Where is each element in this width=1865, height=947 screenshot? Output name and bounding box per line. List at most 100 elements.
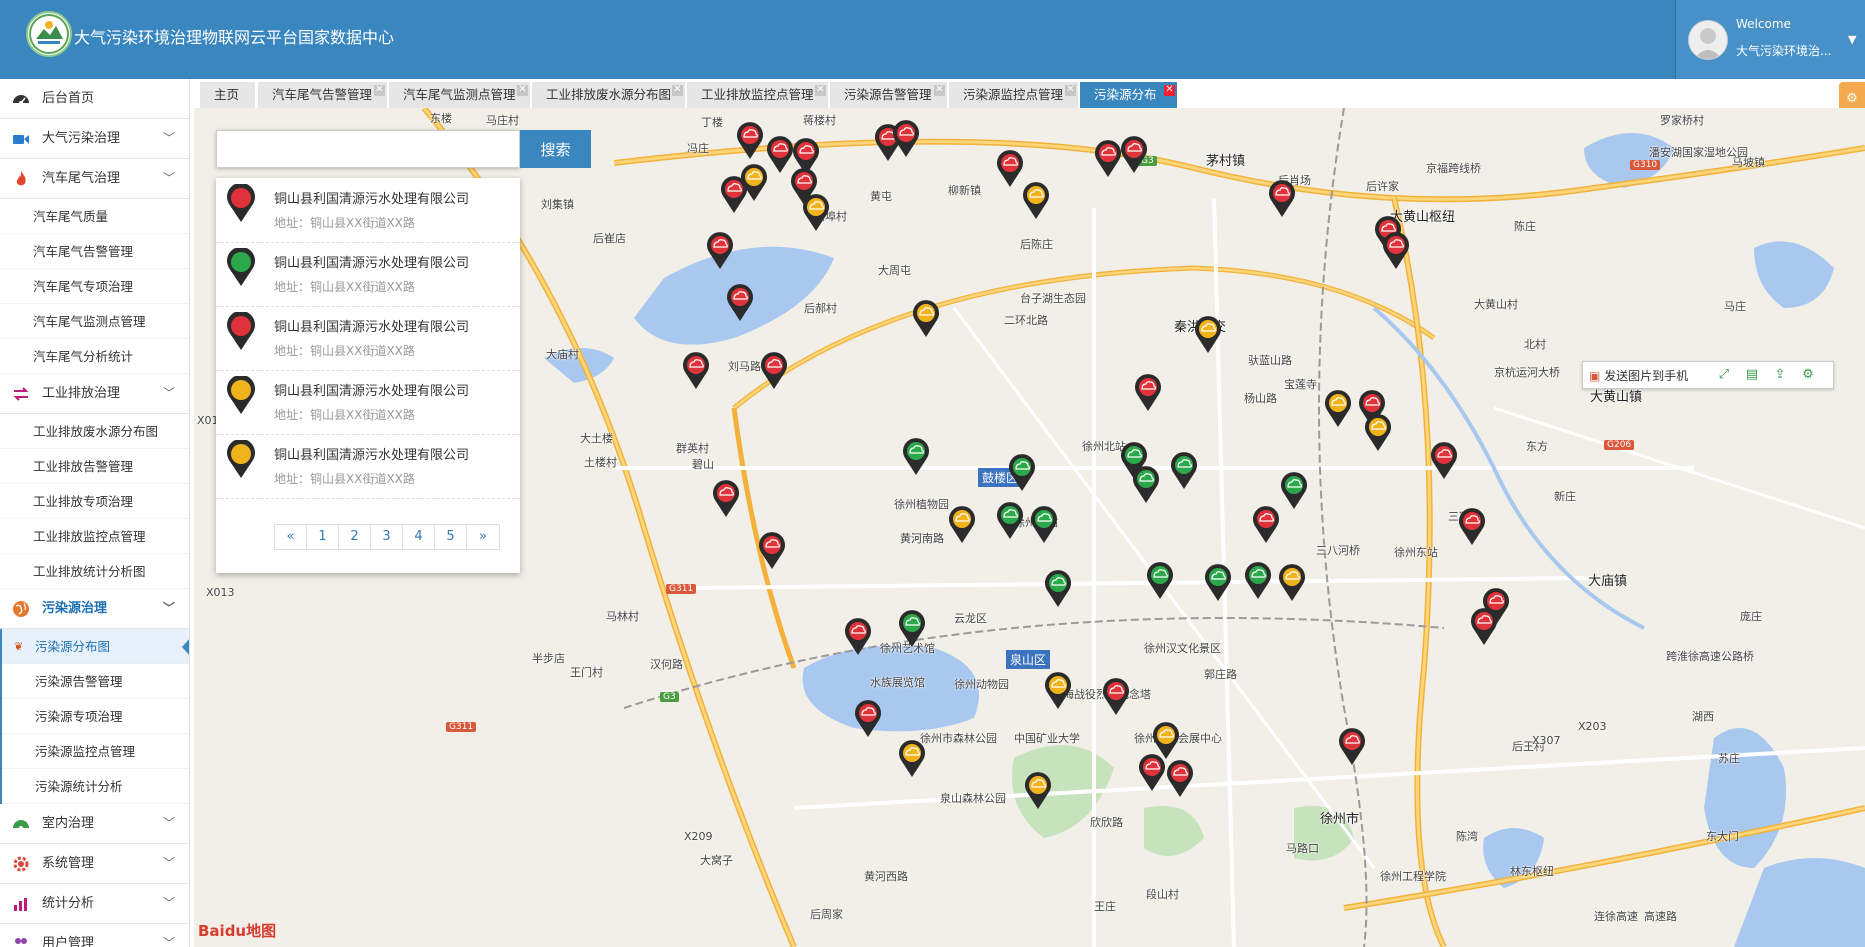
- pollution-marker[interactable]: [720, 176, 748, 214]
- page-3[interactable]: 3: [371, 525, 403, 549]
- sidebar-subitem[interactable]: 污染源告警管理: [2, 664, 189, 699]
- page-5[interactable]: 5: [435, 525, 467, 549]
- pollution-marker[interactable]: [1278, 564, 1306, 602]
- sidebar-subitem[interactable]: 污染源专项治理: [2, 699, 189, 734]
- tab-pollution-alarm[interactable]: 污染源告警管理 ✕: [830, 82, 948, 108]
- pollution-marker[interactable]: [1268, 180, 1296, 218]
- sidebar-subitem[interactable]: 工业排放专项治理: [0, 484, 189, 519]
- close-icon[interactable]: ✕: [934, 85, 945, 96]
- pollution-marker[interactable]: [1022, 182, 1050, 220]
- page-1[interactable]: 1: [307, 525, 339, 549]
- pollution-marker[interactable]: [898, 610, 926, 648]
- sidebar-item-pollution[interactable]: 污染源治理 ﹀: [0, 589, 189, 629]
- close-icon[interactable]: ✕: [517, 85, 528, 96]
- sidebar-subitem[interactable]: 工业排放监控点管理: [0, 519, 189, 554]
- sidebar-subitem[interactable]: 汽车尾气分析统计: [0, 339, 189, 374]
- pollution-marker[interactable]: [1132, 466, 1160, 504]
- pollution-marker[interactable]: [1458, 508, 1486, 546]
- sidebar-subitem[interactable]: 汽车尾气专项治理: [0, 269, 189, 304]
- tab-car-monitor[interactable]: 汽车尾气监测点管理 ✕: [389, 82, 531, 108]
- pollution-marker[interactable]: [892, 120, 920, 158]
- pollution-marker[interactable]: [736, 122, 764, 160]
- close-icon[interactable]: ✕: [374, 85, 385, 96]
- pollution-marker[interactable]: [1044, 570, 1072, 608]
- sidebar-item-users[interactable]: 用户管理 ﹀: [0, 924, 189, 947]
- chevron-down-icon[interactable]: ▼: [1848, 33, 1856, 46]
- pollution-marker[interactable]: [948, 506, 976, 544]
- pollution-marker[interactable]: [1430, 442, 1458, 480]
- pollution-marker[interactable]: [844, 618, 872, 656]
- pollution-marker[interactable]: [1470, 608, 1498, 646]
- tab-car-alarm[interactable]: 汽车尾气告警管理 ✕: [258, 82, 388, 108]
- result-item[interactable]: 铜山县利国清源污水处理有限公司 地址：铜山县XX街道XX路: [216, 370, 520, 435]
- pollution-marker[interactable]: [706, 232, 734, 270]
- sidebar-subitem[interactable]: 污染源统计分析: [2, 769, 189, 804]
- search-button[interactable]: 搜索: [520, 130, 591, 168]
- gear-icon[interactable]: ⚙: [1799, 366, 1817, 384]
- result-item[interactable]: 铜山县利国清源污水处理有限公司 地址：铜山县XX街道XX路: [216, 306, 520, 371]
- page-4[interactable]: 4: [403, 525, 435, 549]
- pollution-marker[interactable]: [996, 150, 1024, 188]
- pollution-marker[interactable]: [1170, 452, 1198, 490]
- pollution-marker[interactable]: [1204, 564, 1232, 602]
- pollution-marker[interactable]: [1102, 678, 1130, 716]
- close-icon[interactable]: ✕: [1164, 85, 1175, 96]
- pollution-marker[interactable]: [802, 194, 830, 232]
- sidebar-item-air[interactable]: 大气污染治理 ﹀: [0, 119, 189, 159]
- result-item[interactable]: 铜山县利国清源污水处理有限公司 地址：铜山县XX街道XX路: [216, 242, 520, 307]
- tab-home[interactable]: 主页: [200, 82, 256, 108]
- pollution-marker[interactable]: [1044, 672, 1072, 710]
- page-2[interactable]: 2: [339, 525, 371, 549]
- pollution-marker[interactable]: [1008, 454, 1036, 492]
- pollution-marker[interactable]: [1244, 562, 1272, 600]
- sidebar-item-stats[interactable]: 统计分析 ﹀: [0, 884, 189, 924]
- avatar[interactable]: [1688, 20, 1728, 60]
- sidebar-subitem[interactable]: 汽车尾气告警管理: [0, 234, 189, 269]
- page-prev[interactable]: «: [275, 525, 307, 549]
- sidebar-subitem[interactable]: 工业排放告警管理: [0, 449, 189, 484]
- pollution-marker[interactable]: [1024, 772, 1052, 810]
- sidebar-item-home[interactable]: 后台首页: [0, 79, 189, 119]
- pollution-marker[interactable]: [1252, 506, 1280, 544]
- pollution-marker[interactable]: [726, 284, 754, 322]
- pollution-marker[interactable]: [1134, 374, 1162, 412]
- search-input[interactable]: [216, 130, 520, 168]
- pollution-marker[interactable]: [1094, 140, 1122, 178]
- save-icon[interactable]: ▤: [1743, 366, 1761, 384]
- page-next[interactable]: »: [467, 525, 499, 549]
- sidebar-subitem[interactable]: 污染源监控点管理: [2, 734, 189, 769]
- close-icon[interactable]: ✕: [672, 85, 683, 96]
- pollution-marker[interactable]: [1324, 390, 1352, 428]
- share-icon[interactable]: ⇪: [1771, 366, 1789, 384]
- pollution-marker[interactable]: [854, 700, 882, 738]
- pollution-marker[interactable]: [1120, 136, 1148, 174]
- fullscreen-icon[interactable]: ⤢: [1715, 366, 1733, 384]
- pollution-marker[interactable]: [1194, 316, 1222, 354]
- sidebar-subitem[interactable]: 汽车尾气监测点管理: [0, 304, 189, 339]
- pollution-marker[interactable]: [712, 480, 740, 518]
- sidebar-subitem[interactable]: 工业排放废水源分布图: [0, 414, 189, 449]
- pollution-marker[interactable]: [996, 502, 1024, 540]
- pollution-marker[interactable]: [898, 740, 926, 778]
- pollution-marker[interactable]: [758, 532, 786, 570]
- pollution-marker[interactable]: [902, 438, 930, 476]
- tab-industry-monitor[interactable]: 工业排放监控点管理 ✕: [687, 82, 829, 108]
- tab-pollution-map[interactable]: 污染源分布图✕: [1080, 82, 1178, 128]
- result-item[interactable]: 铜山县利国清源污水处理有限公司 地址：铜山县XX街道XX路: [216, 178, 520, 243]
- close-icon[interactable]: ✕: [815, 85, 826, 96]
- close-icon[interactable]: ✕: [1065, 85, 1076, 96]
- pollution-marker[interactable]: [1338, 728, 1366, 766]
- tab-pollution-monitor[interactable]: 污染源监控点管理 ✕: [949, 82, 1079, 108]
- sidebar-item-car[interactable]: 汽车尾气治理 ﹀: [0, 159, 189, 199]
- result-item[interactable]: 铜山县利国清源污水处理有限公司 地址：铜山县XX街道XX路: [216, 434, 520, 499]
- pollution-marker[interactable]: [1166, 760, 1194, 798]
- pollution-marker[interactable]: [1382, 232, 1410, 270]
- tab-industry-map[interactable]: 工业排放废水源分布图 ✕: [532, 82, 686, 108]
- pollution-marker[interactable]: [1364, 414, 1392, 452]
- pollution-marker[interactable]: [1138, 754, 1166, 792]
- sidebar-subitem[interactable]: 工业排放统计分析图: [0, 554, 189, 589]
- sidebar-item-industry[interactable]: 工业排放治理 ﹀: [0, 374, 189, 414]
- sidebar-item-indoor[interactable]: 室内治理 ﹀: [0, 804, 189, 844]
- pollution-marker[interactable]: [682, 352, 710, 390]
- pollution-marker[interactable]: [1146, 562, 1174, 600]
